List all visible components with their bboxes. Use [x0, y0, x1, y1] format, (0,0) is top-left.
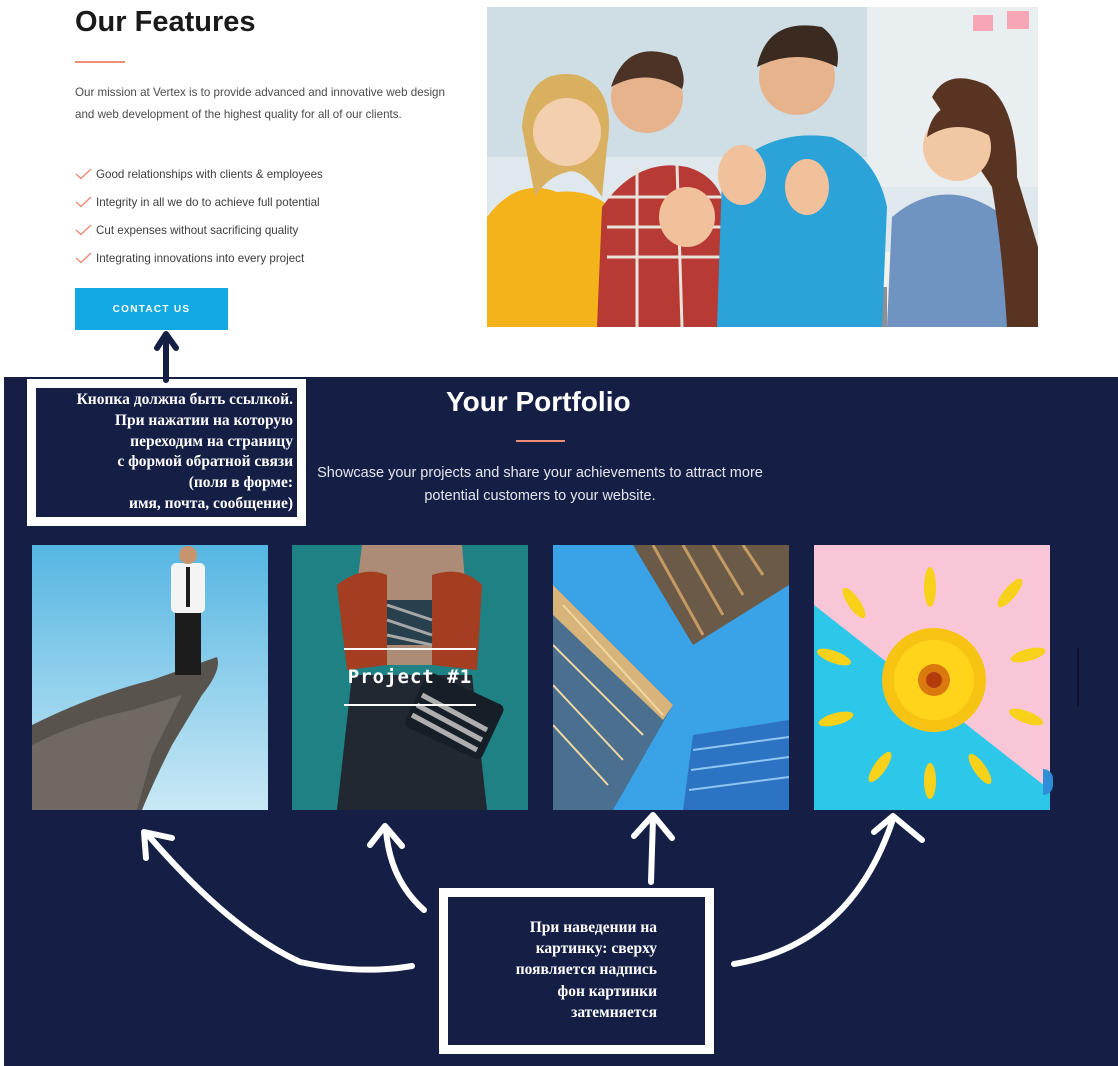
- features-title: Our Features: [75, 6, 256, 38]
- portfolio-tile-skyscrapers[interactable]: [553, 545, 789, 810]
- note-line: При нажатии на которую: [114, 411, 293, 429]
- portfolio-tile-fashion[interactable]: Project #1: [292, 545, 528, 810]
- feature-item: Integrity in all we do to achieve full p…: [75, 188, 323, 216]
- button-annotation-note: Кнопка должна быть ссылкой. При нажатии …: [27, 379, 306, 526]
- portfolio-title-underline: [516, 440, 565, 442]
- portfolio-tile-businessman[interactable]: [32, 545, 268, 810]
- feature-item-label: Good relationships with clients & employ…: [96, 167, 323, 181]
- portfolio-description: Showcase your projects and share your ac…: [317, 465, 763, 504]
- note-line: с формой обратной связи: [117, 453, 293, 471]
- feature-item-label: Integrating innovations into every proje…: [96, 251, 305, 265]
- note-line: При наведении на: [529, 919, 657, 936]
- feature-item: Good relationships with clients & employ…: [75, 160, 323, 188]
- scroll-indicator: [1077, 648, 1079, 706]
- note-line: затемняется: [571, 1003, 657, 1021]
- note-line: имя, почта, сообщение): [129, 494, 293, 512]
- check-icon: [75, 224, 92, 236]
- note-line: (поля в форме:: [188, 474, 293, 492]
- features-description: Our mission at Vertex is to provide adva…: [75, 86, 445, 121]
- contact-us-button[interactable]: CONTACT US: [75, 288, 228, 330]
- portfolio-tile-flower[interactable]: [814, 545, 1050, 810]
- note-line: переходим на страницу: [130, 432, 293, 450]
- arrow-to-button: [154, 331, 179, 383]
- feature-list: Good relationships with clients & employ…: [75, 160, 323, 272]
- note-line: Кнопка должна быть ссылкой.: [76, 391, 293, 408]
- portfolio-title: Your Portfolio: [446, 386, 631, 417]
- features-title-underline: [75, 61, 125, 63]
- check-icon: [75, 252, 92, 264]
- feature-item: Integrating innovations into every proje…: [75, 244, 323, 272]
- project-hover-caption: Project #1: [344, 648, 476, 706]
- feature-item: Cut expenses without sacrificing quality: [75, 216, 323, 244]
- team-photo: [487, 7, 1038, 327]
- feature-item-label: Cut expenses without sacrificing quality: [96, 223, 299, 237]
- note-line: фон картинки: [557, 982, 657, 1000]
- feature-item-label: Integrity in all we do to achieve full p…: [96, 195, 320, 209]
- check-icon: [75, 196, 92, 208]
- note-line: картинку: сверху: [535, 940, 657, 958]
- note-line: появляется надпись: [515, 961, 657, 979]
- hover-annotation-note: При наведении на картинку: сверху появля…: [439, 888, 714, 1054]
- check-icon: [75, 168, 92, 180]
